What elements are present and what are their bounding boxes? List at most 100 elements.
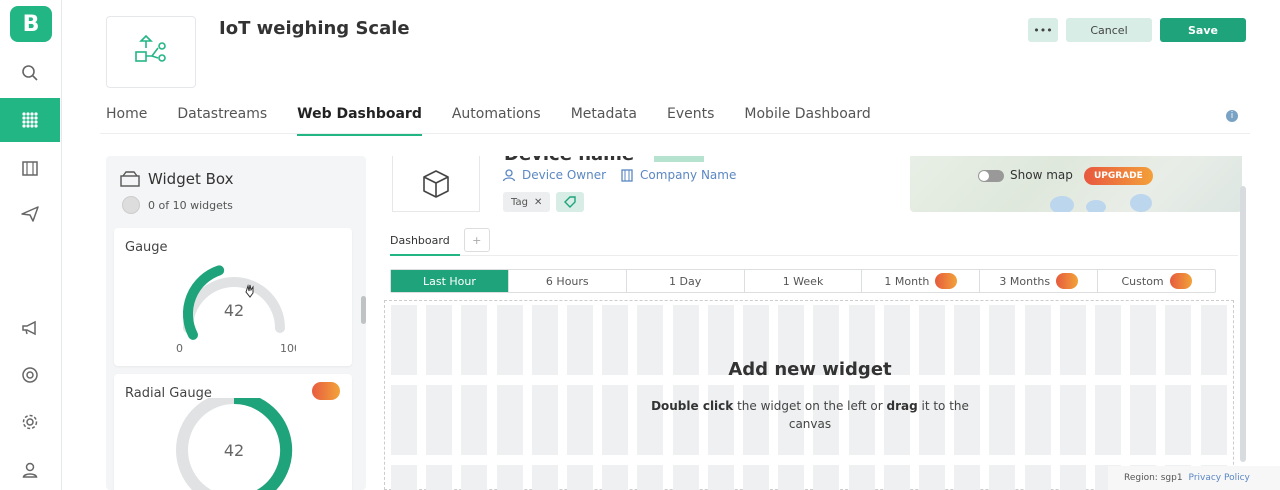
gauge-preview: 42 0 100 (176, 265, 296, 355)
add-widget-title: Add new widget (728, 359, 892, 380)
tab-home[interactable]: Home (106, 106, 147, 134)
tag-chip[interactable]: Tag ✕ (503, 192, 551, 212)
send-nav[interactable] (0, 192, 60, 236)
range-last-hour[interactable]: Last Hour (391, 270, 509, 292)
widget-card-title: Gauge (125, 240, 168, 255)
tab-metadata[interactable]: Metadata (571, 106, 637, 134)
upgrade-badge[interactable]: UPGRADE (1084, 167, 1153, 185)
widget-box-icon (120, 171, 140, 187)
region-label: Region: sgp1 (1124, 473, 1183, 483)
widget-card-radial-gauge[interactable]: Radial Gauge 42 (114, 374, 352, 490)
grid-icon (22, 112, 38, 128)
widget-count-label: 0 of 10 widgets (148, 198, 233, 212)
tag-label: Tag (511, 196, 528, 208)
range-1-month[interactable]: 1 Month (862, 270, 981, 292)
canvas-grid-column (426, 305, 453, 490)
dashboard-tabs: Dashboard + (390, 228, 490, 252)
save-button[interactable]: Save (1160, 18, 1246, 42)
cube-icon (423, 169, 449, 198)
add-tag-button[interactable] (556, 192, 584, 212)
range-label: Last Hour (422, 274, 476, 288)
canvas-grid-column (1200, 305, 1227, 490)
widget-card-gauge[interactable]: Gauge 42 0 100 (114, 228, 352, 366)
lock-icon (1169, 273, 1192, 289)
canvas-grid-column (531, 305, 558, 490)
canvas-grid-column (391, 305, 417, 490)
lock-icon (1056, 273, 1079, 289)
range-3-months[interactable]: 3 Months (980, 270, 1099, 292)
tab-datastreams[interactable]: Datastreams (177, 106, 267, 134)
building-icon (22, 161, 38, 176)
device-name: Device name (504, 156, 634, 165)
app-logo[interactable]: B (10, 6, 52, 42)
canvas-grid-column (461, 305, 488, 490)
range-6-hours[interactable]: 6 Hours (509, 270, 627, 292)
range-label: 3 Months (999, 274, 1051, 288)
device-image[interactable] (392, 156, 480, 212)
canvas-grid-column (1024, 305, 1051, 490)
info-icon[interactable]: i (1226, 110, 1238, 122)
tab-mobile-dashboard[interactable]: Mobile Dashboard (744, 106, 870, 134)
dashboard-canvas[interactable]: Add new widget Double click the widget o… (384, 300, 1234, 490)
range-custom[interactable]: Custom (1098, 270, 1215, 292)
dashboard-tabs-divider (390, 255, 1238, 256)
user-icon (502, 169, 516, 182)
search-nav[interactable] (0, 51, 60, 95)
help-nav[interactable] (0, 353, 60, 397)
active-tab-indicator (390, 254, 460, 256)
page-scrollbar[interactable] (1240, 186, 1246, 462)
range-1-day[interactable]: 1 Day (627, 270, 745, 292)
search-icon (22, 65, 38, 81)
company-name-link[interactable]: Company Name (620, 168, 736, 182)
tab-web-dashboard[interactable]: Web Dashboard (297, 106, 422, 136)
privacy-policy-link[interactable]: Privacy Policy (1189, 473, 1250, 483)
close-icon[interactable]: ✕ (534, 197, 542, 208)
templates-nav[interactable] (0, 98, 60, 142)
range-label: 1 Week (782, 274, 824, 288)
profile-nav[interactable] (0, 448, 60, 490)
device-owner-label: Device Owner (522, 168, 607, 182)
send-icon (21, 206, 39, 222)
widget-count: 0 of 10 widgets (122, 196, 233, 214)
add-tab-button[interactable]: + (463, 228, 490, 252)
tab-dashboard[interactable]: Dashboard (390, 234, 450, 247)
tab-events[interactable]: Events (667, 106, 714, 134)
lifebuoy-icon (22, 367, 38, 383)
footer: Region: sgp1 Privacy Policy (1108, 466, 1280, 490)
template-image[interactable] (106, 16, 196, 88)
widget-box-title: Widget Box (148, 170, 234, 188)
page-title: IoT weighing Scale (219, 18, 410, 39)
show-map-toggle[interactable] (978, 170, 1004, 182)
time-range-selector: Last Hour 6 Hours 1 Day 1 Week 1 Month 3… (390, 269, 1216, 293)
building-icon (621, 169, 633, 182)
map-preview: Show map UPGRADE (910, 156, 1242, 212)
device-owner-link[interactable]: Device Owner (502, 168, 606, 182)
dashboard-editor: Device name Device Owner Company Name Ta… (376, 156, 1250, 490)
canvas-grid-column (989, 305, 1016, 490)
widget-box-header: Widget Box (120, 170, 233, 188)
device-status-badge (654, 156, 704, 162)
range-label: 6 Hours (545, 274, 589, 288)
tab-automations[interactable]: Automations (452, 106, 541, 134)
settings-nav[interactable] (0, 400, 60, 444)
radial-gauge-preview: 42 (176, 398, 293, 490)
lock-icon (935, 273, 958, 289)
template-tabs: Home Datastreams Web Dashboard Automatio… (106, 106, 901, 136)
range-1-week[interactable]: 1 Week (745, 270, 863, 292)
left-rail: B (0, 0, 62, 490)
organizations-nav[interactable] (0, 146, 60, 190)
tag-icon (564, 196, 576, 208)
canvas-grid-column (602, 305, 629, 490)
cancel-button[interactable]: Cancel (1066, 18, 1152, 42)
megaphone-icon (22, 320, 36, 336)
widget-box: Widget Box 0 of 10 widgets Gauge 42 0 10… (106, 156, 366, 490)
canvas-grid-column (496, 305, 523, 490)
lock-icon (312, 382, 340, 400)
user-icon (22, 462, 38, 478)
widget-usage-pie-icon (122, 196, 140, 214)
gauge-max: 100 (280, 342, 296, 355)
canvas-grid-column (567, 305, 593, 490)
widget-box-scrollbar[interactable] (361, 296, 366, 324)
announcements-nav[interactable] (0, 306, 60, 350)
more-options-button[interactable]: ••• (1028, 18, 1058, 42)
